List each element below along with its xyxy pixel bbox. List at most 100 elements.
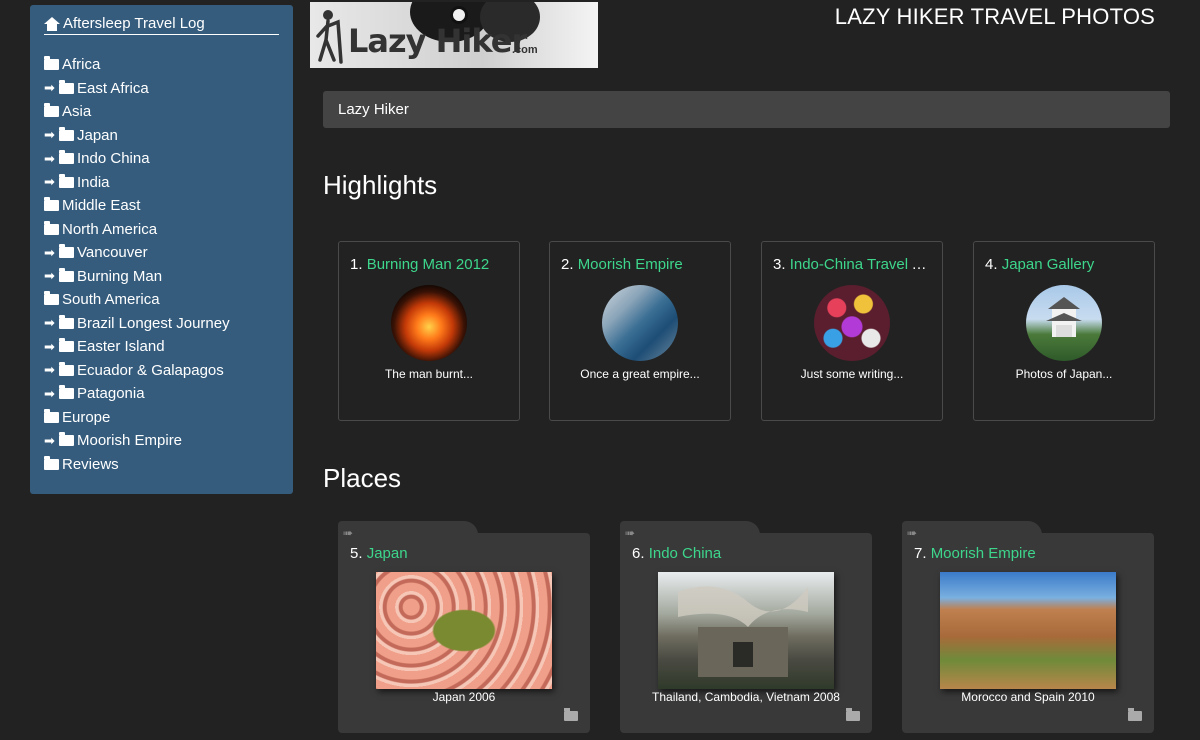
card-title: 6. Indo China [632, 545, 860, 562]
place-card[interactable]: ➠ 6. Indo China Thailand, Cambodia, Viet… [620, 521, 872, 733]
sidebar-item-label: Patagonia [77, 385, 145, 403]
sidebar-item-label: Burning Man [77, 267, 163, 285]
burning-man-thumbnail[interactable] [391, 285, 467, 361]
folder-icon [1128, 708, 1142, 721]
sidebar-item-europe[interactable]: Europe [44, 406, 279, 430]
sidebar-item-moorish-empire[interactable]: ➡ Moorish Empire [44, 429, 279, 453]
arrow-right-icon: ➡ [44, 244, 55, 260]
folder-icon [59, 314, 74, 329]
arrow-right-icon: ➡ [44, 432, 55, 448]
sidebar-item-middle-east[interactable]: Middle East [44, 194, 279, 218]
card-link[interactable]: Indo China [649, 545, 722, 562]
card-link[interactable]: Japan [367, 545, 408, 562]
places-heading: Places [323, 463, 402, 493]
folder-icon [564, 708, 578, 721]
sidebar-item-label: Ecuador & Galapagos [77, 361, 224, 379]
folder-tab [902, 521, 1042, 535]
card-link[interactable]: Moorish Empire [931, 545, 1036, 562]
arrow-right-icon: ➡ [44, 174, 55, 190]
sidebar-item-south-america[interactable]: South America [44, 288, 279, 312]
folder-icon [846, 708, 860, 721]
highlight-card[interactable]: 3. Indo-China Travel Advice Just some wr… [761, 241, 943, 421]
card-caption: Japan 2006 [432, 690, 496, 704]
folder-icon [59, 173, 74, 188]
card-description: Photos of Japan... [1015, 367, 1113, 381]
folder-icon [59, 361, 74, 376]
folder-icon [44, 56, 59, 71]
sidebar-item-vancouver[interactable]: ➡ Vancouver [44, 241, 279, 265]
sidebar-home-link[interactable]: Aftersleep Travel Log [44, 15, 279, 35]
breadcrumb-item[interactable]: Lazy Hiker [338, 101, 409, 118]
sidebar-item-label: North America [62, 220, 158, 238]
card-link[interactable]: Indo-China Travel Advice [790, 256, 931, 273]
place-card[interactable]: ➠ 7. Moorish Empire Morocco and Spain 20… [902, 521, 1154, 733]
sidebar-item-patagonia[interactable]: ➡ Patagonia [44, 382, 279, 406]
card-caption: Morocco and Spain 2010 [961, 690, 1095, 704]
card-title: 7. Moorish Empire [914, 545, 1142, 562]
card-description: Once a great empire... [580, 367, 700, 381]
arrow-right-icon: ➡ [44, 127, 55, 143]
moorish-empire-thumbnail[interactable] [602, 285, 678, 361]
folder-tab [338, 521, 478, 535]
card-link[interactable]: Burning Man 2012 [367, 256, 490, 273]
arrow-right-icon: ➡ [44, 385, 55, 401]
hiker-icon [316, 10, 343, 64]
site-logo[interactable]: Lazy Hiker .com [310, 2, 598, 68]
sidebar-item-label: Asia [62, 103, 92, 121]
highlight-card[interactable]: 4. Japan Gallery Photos of Japan... [973, 241, 1155, 421]
folder-icon [59, 126, 74, 141]
folder-icon [59, 150, 74, 165]
temple-ruins-shape [678, 586, 808, 677]
folder-tab [620, 521, 760, 535]
folder-icon [44, 220, 59, 235]
japan-thumbnail[interactable] [376, 572, 552, 689]
sidebar-item-label: Middle East [62, 197, 141, 215]
card-number: 4. [985, 256, 998, 273]
sidebar-item-easter-island[interactable]: ➡ Easter Island [44, 335, 279, 359]
sidebar-item-label: Easter Island [77, 338, 165, 356]
highlight-card[interactable]: 2. Moorish Empire Once a great empire... [549, 241, 731, 421]
arrow-right-icon: ➡ [44, 362, 55, 378]
card-caption: Thailand, Cambodia, Vietnam 2008 [652, 690, 840, 704]
sidebar-item-label: Japan [77, 126, 118, 144]
card-number: 7. [914, 545, 927, 562]
breadcrumb: Lazy Hiker [323, 91, 1170, 128]
morocco-thumbnail[interactable] [940, 572, 1116, 689]
card-link[interactable]: Japan Gallery [1002, 256, 1095, 273]
card-number: 5. [350, 545, 363, 562]
japan-castle-thumbnail[interactable] [1026, 285, 1102, 361]
arrow-right-icon: ➠ [625, 526, 636, 540]
sidebar-list: Africa ➡ East Africa Asia ➡ Japan ➡ Indo Ch… [44, 53, 279, 476]
sidebar-item-ecuador-galapagos[interactable]: ➡ Ecuador & Galapagos [44, 359, 279, 383]
card-number: 1. [350, 256, 363, 273]
place-card[interactable]: ➠ 5. Japan Japan 2006 [338, 521, 590, 733]
temple-thumbnail[interactable] [658, 572, 834, 689]
highlights-heading: Highlights [323, 170, 438, 200]
arrow-right-icon: ➡ [44, 315, 55, 331]
sidebar-item-india[interactable]: ➡ India [44, 171, 279, 195]
folder-icon [59, 432, 74, 447]
lanterns-thumbnail[interactable] [814, 285, 890, 361]
sidebar-item-burning-man[interactable]: ➡ Burning Man [44, 265, 279, 289]
arrow-right-icon: ➡ [44, 338, 55, 354]
folder-icon [59, 79, 74, 94]
card-number: 6. [632, 545, 645, 562]
sidebar-item-label: Indo China [77, 150, 150, 168]
card-title: 3. Indo-China Travel Advice [773, 256, 931, 273]
sidebar-item-label: India [77, 173, 110, 191]
folder-icon [44, 197, 59, 212]
folder-icon [59, 267, 74, 282]
sidebar-item-reviews[interactable]: Reviews [44, 453, 279, 477]
sidebar-item-east-africa[interactable]: ➡ East Africa [44, 77, 279, 101]
card-link[interactable]: Moorish Empire [578, 256, 683, 273]
sidebar-item-japan[interactable]: ➡ Japan [44, 124, 279, 148]
sidebar-item-indo-china[interactable]: ➡ Indo China [44, 147, 279, 171]
sidebar-item-asia[interactable]: Asia [44, 100, 279, 124]
arrow-right-icon: ➡ [44, 268, 55, 284]
sidebar-item-africa[interactable]: Africa [44, 53, 279, 77]
sidebar-item-north-america[interactable]: North America [44, 218, 279, 242]
arrow-right-icon: ➡ [44, 80, 55, 96]
card-title: 1. Burning Man 2012 [350, 256, 508, 273]
sidebar-item-brazil-longest-journey[interactable]: ➡ Brazil Longest Journey [44, 312, 279, 336]
highlight-card[interactable]: 1. Burning Man 2012 The man burnt... [338, 241, 520, 421]
